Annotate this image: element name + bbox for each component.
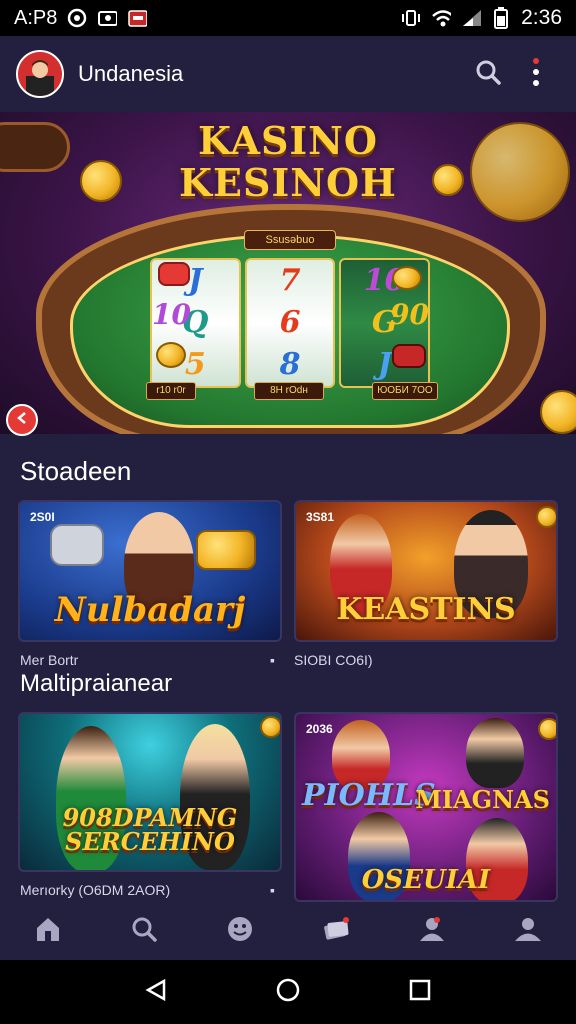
bet-label: r10 r0r <box>146 382 196 400</box>
home-icon <box>33 914 63 949</box>
chevron-left-icon <box>15 411 29 430</box>
caption-dash: ▪ <box>270 652 275 668</box>
coin-decoration <box>536 506 556 528</box>
status-bar: A:P8 2:36 <box>0 0 576 36</box>
coin-decoration <box>540 390 576 434</box>
cards-icon <box>321 914 351 949</box>
reel-symbol: 8 <box>279 347 301 382</box>
bottom-nav <box>0 902 576 960</box>
app-bar: Undanesia <box>0 36 576 112</box>
slot-reel: 7 6 8 <box>244 258 336 388</box>
card-logo-line2: SERCEHINO <box>65 827 235 856</box>
nav-group-button[interactable] <box>500 907 556 955</box>
status-right: 2:36 <box>401 6 562 30</box>
card-badge: 2S0I <box>30 510 55 524</box>
slot-reels: J Q 5 7 6 8 10 G J <box>150 258 431 388</box>
hero-back-button[interactable] <box>6 404 38 436</box>
more-menu-button[interactable] <box>512 50 560 98</box>
search-button[interactable] <box>464 50 512 98</box>
hero-banner[interactable]: KASINO KESINOH Ssusəbuo J Q 5 7 6 8 10 G… <box>0 112 576 434</box>
face-icon <box>225 914 255 949</box>
profile-icon <box>417 914 447 949</box>
nav-face-button[interactable] <box>212 907 268 955</box>
game-card-1[interactable]: 2S0I Nulbadarj <box>18 500 282 642</box>
search-icon <box>474 58 502 91</box>
system-home-button[interactable] <box>264 968 312 1016</box>
reel-symbol: J <box>188 263 203 298</box>
status-left: A:P8 <box>14 6 148 30</box>
game-card-3[interactable]: 908DPAMNG SERCEHINO <box>18 712 282 872</box>
group-icon <box>511 914 545 949</box>
system-recents-button[interactable] <box>396 968 444 1016</box>
bet-label: 8H rOdн <box>254 382 324 400</box>
photo-icon <box>97 8 118 28</box>
coin-decoration <box>156 342 186 368</box>
card-badge: 3S81 <box>306 510 335 524</box>
vibrate-icon <box>401 8 421 28</box>
chip-stack-icon <box>158 262 190 286</box>
coin-stack-icon <box>196 530 256 570</box>
chip-stack-icon <box>50 524 104 566</box>
coin-decoration <box>538 718 556 740</box>
bet-label: ЮОБИ 7ОО <box>372 382 438 400</box>
caption-left-2: Merıorky (O6DM 2AOR) <box>20 882 171 898</box>
card-logo-bottom: OSEUIAI <box>361 865 491 895</box>
hero-title-line1: KASINO <box>197 118 379 163</box>
wifi-icon <box>431 8 452 28</box>
more-vertical-icon <box>529 55 543 94</box>
game-card-2[interactable]: 3S81 KEASTINS <box>294 500 558 642</box>
table-label: Ssusəbuo <box>244 230 336 250</box>
app-title: Undanesia <box>78 61 184 86</box>
hero-title: KASINO KESINOH <box>0 120 576 204</box>
card-logo-right: MIAGNAS <box>415 785 550 814</box>
avatar[interactable] <box>16 50 64 98</box>
cell-signal-icon <box>461 8 482 28</box>
system-back-button[interactable] <box>132 968 180 1016</box>
coin-decoration <box>392 266 422 290</box>
caption-right-1: SIOBI CO6I) <box>294 652 373 668</box>
card-logo: Nulbadarj <box>54 590 246 630</box>
card-logo: KEASTINS <box>336 592 516 627</box>
chip-stack-icon <box>392 344 426 368</box>
caption-dash: ▪ <box>270 882 275 898</box>
reel-symbol: 6 <box>279 305 301 340</box>
game-card-4[interactable]: 2036 PIOHLS MIAGNAS OSEUIAI <box>294 712 558 902</box>
nav-home-button[interactable] <box>20 907 76 955</box>
hero-title-line2: KESINOH <box>179 160 397 205</box>
notification-ring-icon <box>67 8 87 28</box>
battery-icon <box>491 7 511 29</box>
reel-symbol: 7 <box>279 263 301 298</box>
nav-search-button[interactable] <box>116 907 172 955</box>
nav-profile-button[interactable] <box>404 907 460 955</box>
app-notification-icon <box>127 8 148 28</box>
home-circle-icon <box>275 977 301 1008</box>
section-title-1: Stoadeen <box>20 456 132 486</box>
status-time: 2:36 <box>521 6 562 29</box>
side-symbol-left: 10 <box>152 298 191 331</box>
back-triangle-icon <box>144 978 168 1007</box>
carrier-label: A:P8 <box>14 6 58 29</box>
card-logo: 908DPAMNG SERCEHINO <box>20 806 280 854</box>
recents-square-icon <box>409 979 431 1006</box>
system-nav-bar <box>0 960 576 1024</box>
nav-cards-button[interactable] <box>308 907 364 955</box>
side-symbol-right: 90 <box>390 298 429 331</box>
caption-left-1: Mer Bortr <box>20 652 79 668</box>
reel-symbol: 5 <box>184 347 206 382</box>
man-figure <box>466 718 524 788</box>
section-title-2: Maltipraianear <box>20 670 173 697</box>
coin-decoration <box>260 716 280 738</box>
reel-symbol: J <box>377 347 392 382</box>
search-icon <box>129 914 159 949</box>
card-badge: 2036 <box>306 722 333 736</box>
